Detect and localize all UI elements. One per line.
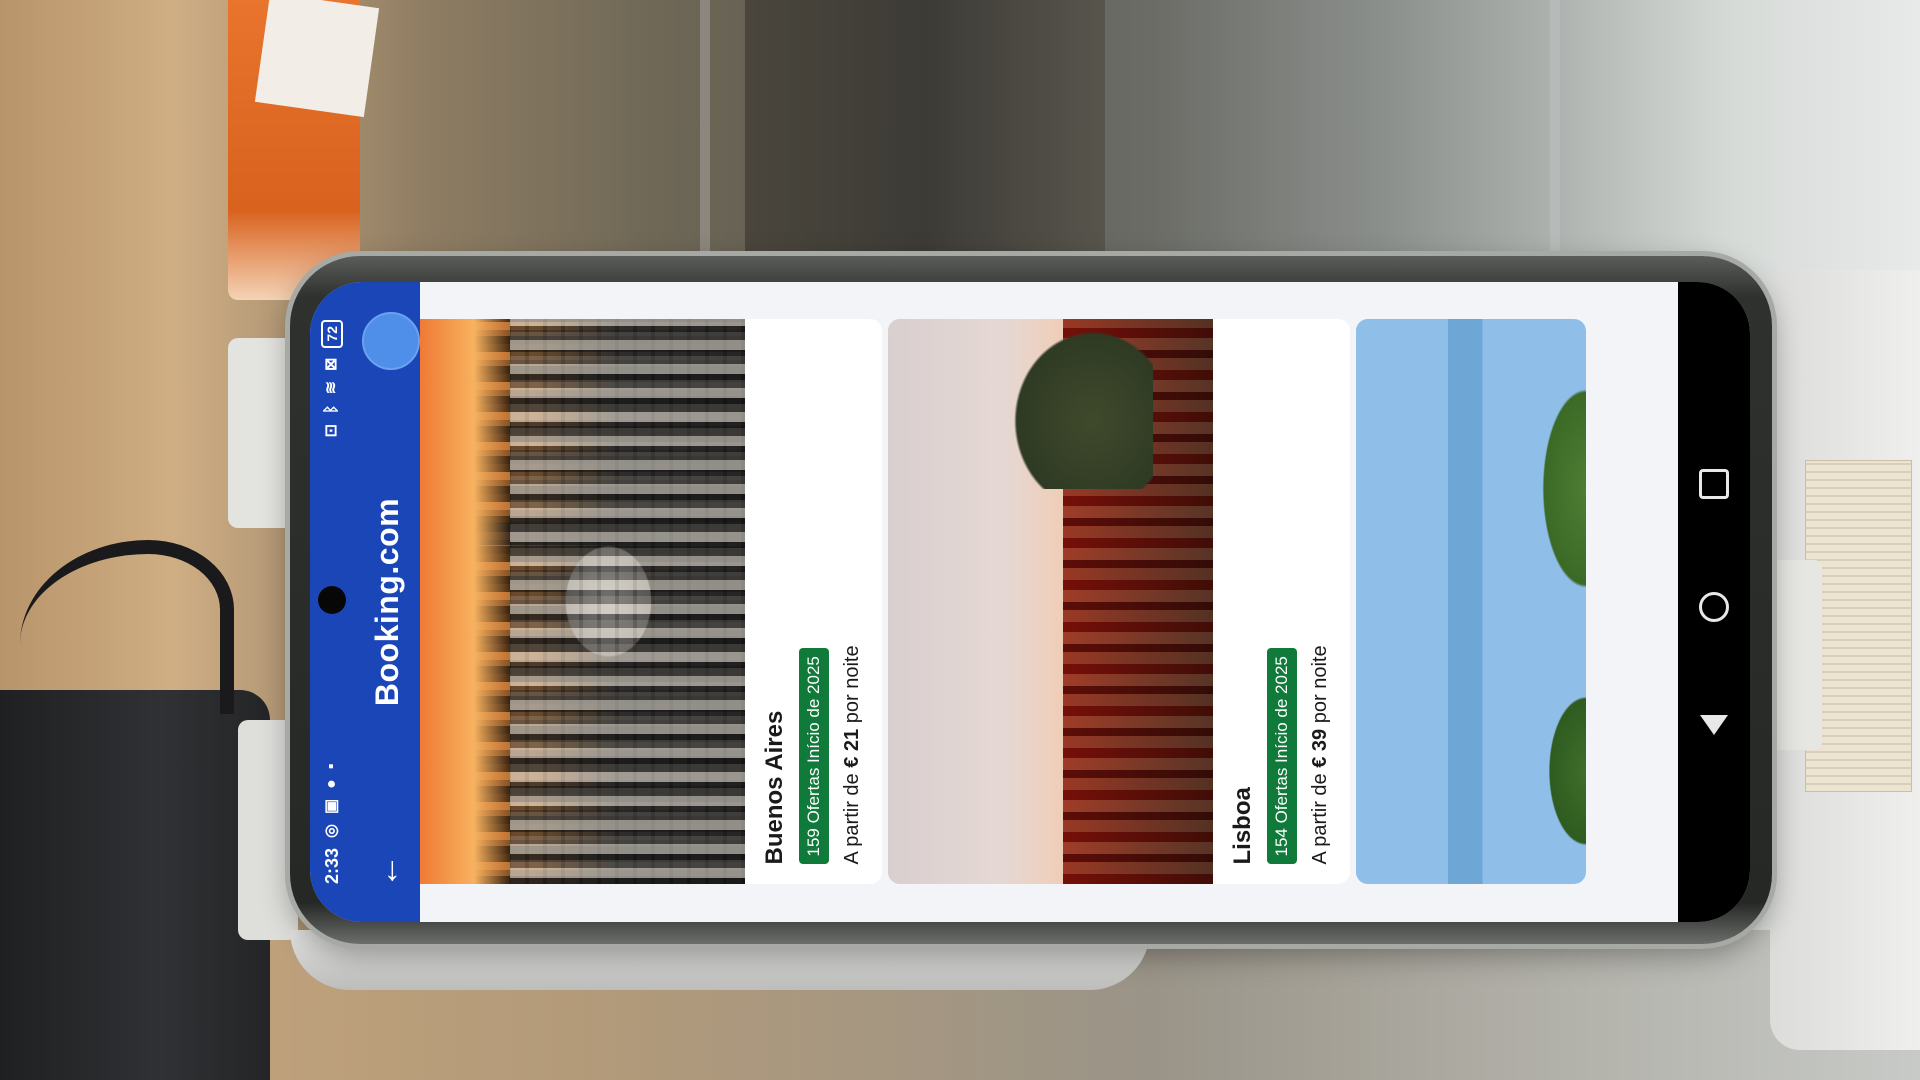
app-bar: ← Booking.com xyxy=(354,282,420,922)
message-notification-icon: ▪ xyxy=(323,763,340,770)
clamp-bottom-left xyxy=(238,720,298,940)
battery-icon: 72 xyxy=(321,320,343,348)
status-left: 2:33 ◎ ▣ ● ▪ xyxy=(322,764,343,884)
card-body: Buenos Aires 159 Ofertas Início de 2025 … xyxy=(745,320,882,885)
phone-device: 2:33 ◎ ▣ ● ▪ ⊡ ᛒ ≋ ⊠ 72 ← Booking.com Bu… xyxy=(290,256,1772,944)
next-destination-photo xyxy=(1356,319,1586,885)
price-suffix: por noite xyxy=(841,645,863,724)
price-line: A partir de € 21 por noite xyxy=(841,340,864,865)
square-recents-icon xyxy=(1699,468,1729,499)
booking-app: 2:33 ◎ ▣ ● ▪ ⊡ ᛒ ≋ ⊠ 72 ← Booking.com Bu… xyxy=(310,282,1750,922)
price-value: € 39 xyxy=(1309,728,1331,768)
bluetooth-icon: ᛒ xyxy=(323,404,340,414)
dark-equipment xyxy=(0,690,270,1080)
deals-badge: 159 Ofertas Início de 2025 xyxy=(799,648,829,865)
price-line: A partir de € 39 por noite xyxy=(1309,340,1332,865)
clamp-top-left xyxy=(228,338,298,528)
city-name: Buenos Aires xyxy=(761,710,788,865)
phone-screen: 2:33 ◎ ▣ ● ▪ ⊡ ᛒ ≋ ⊠ 72 ← Booking.com Bu… xyxy=(310,282,1750,922)
nfc-icon: ⊡ xyxy=(323,424,340,438)
destination-card-next[interactable] xyxy=(1356,319,1586,885)
status-right: ⊡ ᛒ ≋ ⊠ 72 xyxy=(321,320,343,437)
photo-background: 2:33 ◎ ▣ ● ▪ ⊡ ᛒ ≋ ⊠ 72 ← Booking.com Bu… xyxy=(0,0,1920,1080)
dark-shelf xyxy=(745,0,1105,255)
brand-title: Booking.com xyxy=(368,497,405,707)
deals-badge: 154 Ofertas Início de 2025 xyxy=(1267,648,1297,865)
system-nav-bar xyxy=(1678,282,1750,922)
card-body: Lisboa 154 Ofertas Início de 2025 A part… xyxy=(1213,320,1350,885)
lisboa-photo xyxy=(888,319,1213,885)
buenos-aires-photo xyxy=(420,319,745,885)
wifi-icon: ≋ xyxy=(323,380,340,395)
price-value: € 21 xyxy=(841,728,863,768)
chat-notification-icon: ● xyxy=(323,779,340,789)
circle-home-icon xyxy=(1699,592,1729,623)
app-notification-icon: ▣ xyxy=(323,798,340,814)
front-camera xyxy=(318,586,346,614)
status-time: 2:33 xyxy=(321,847,342,884)
triangle-back-icon xyxy=(1700,715,1728,736)
destination-card-buenos-aires[interactable]: Buenos Aires 159 Ofertas Início de 2025 … xyxy=(420,319,882,885)
profile-avatar[interactable] xyxy=(362,312,420,370)
location-icon: ◎ xyxy=(323,824,340,838)
price-suffix: por noite xyxy=(1309,645,1331,724)
nav-recents-button[interactable] xyxy=(1699,468,1729,499)
destination-list: Buenos Aires 159 Ofertas Início de 2025 … xyxy=(420,282,1586,922)
nav-home-button[interactable] xyxy=(1699,592,1729,623)
signal-icon: ⊠ xyxy=(323,357,340,371)
clamp-right xyxy=(1772,560,1822,750)
cable xyxy=(20,540,234,714)
status-bar: 2:33 ◎ ▣ ● ▪ ⊡ ᛒ ≋ ⊠ 72 xyxy=(310,282,354,922)
price-prefix: A partir de xyxy=(841,773,863,865)
city-name: Lisboa xyxy=(1229,787,1256,865)
paper-note xyxy=(254,0,380,118)
destination-card-lisboa[interactable]: Lisboa 154 Ofertas Início de 2025 A part… xyxy=(888,319,1350,885)
nav-back-button[interactable] xyxy=(1700,715,1728,736)
price-prefix: A partir de xyxy=(1309,773,1331,865)
